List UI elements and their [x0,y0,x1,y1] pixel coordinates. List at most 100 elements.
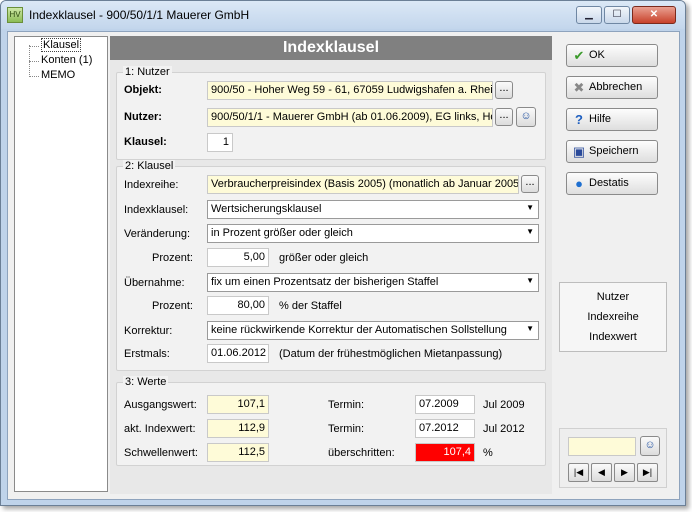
ausgangswert-field: 107,1 [207,395,269,414]
ueberschritten-field: 107,4 [415,443,475,462]
nutzer-browse-button[interactable]: ... [495,108,513,126]
termin2-field[interactable]: 07.2012 [415,419,475,438]
prozent1-field[interactable]: 5,00 [207,248,269,267]
uebernahme-select[interactable]: fix um einen Prozentsatz der bisherigen … [207,273,539,292]
objekt-label: Objekt: [124,84,162,96]
indexklausel-value: Wertsicherungsklausel [211,203,322,215]
previous-record-button[interactable]: ◀ [591,463,612,482]
tree-connector [29,76,39,77]
help-question-icon: ? [575,112,583,127]
info-panel: Nutzer Indexreihe Indexwert [559,282,667,352]
indexklausel-select[interactable]: Wertsicherungsklausel ▼ [207,200,539,219]
abbrechen-button[interactable]: ✖ Abbrechen [566,76,658,99]
speichern-button[interactable]: ▣ Speichern [566,140,658,163]
client-area: Klausel Konten (1) MEMO Indexklausel 1: … [7,31,680,500]
werte-section: 3: Werte Ausgangswert: 107,1 akt. Indexw… [116,376,546,466]
checkmark-icon: ✔ [573,48,585,63]
minimize-button[interactable]: ▁ [576,6,602,24]
schwellenwert-field: 112,5 [207,443,269,462]
info-indexwert: Indexwert [589,331,637,343]
ok-button[interactable]: ✔ OK [566,44,658,67]
info-indexreihe: Indexreihe [587,311,639,323]
veraenderung-select[interactable]: in Prozent größer oder gleich ▼ [207,224,539,243]
record-navigator: ☺ |◀ ◀ ▶ ▶| [559,428,667,488]
objekt-browse-button[interactable]: ... [495,81,513,99]
nutzer-label: Nutzer: [124,111,162,123]
schwellenwert-label: Schwellenwert: [124,447,198,459]
people-icon[interactable]: ☺ [516,107,536,127]
tree-item-klausel[interactable]: Klausel [41,38,82,52]
title-bar[interactable]: HV Indexklausel - 900/50/1/1 Mauerer Gmb… [1,1,685,29]
hilfe-label: Hilfe [589,113,612,125]
uebernahme-value: fix um einen Prozentsatz der bisherigen … [211,276,439,288]
people-icon[interactable]: ☺ [640,436,660,456]
ok-label: OK [589,49,605,61]
nutzer-section: 1: Nutzer Objekt: 900/50 - Hoher Weg 59 … [116,66,546,160]
hilfe-button[interactable]: ? Hilfe [566,108,658,131]
tree-item-memo[interactable]: MEMO [41,69,75,81]
section-title-klausel: 2: Klausel [123,160,176,172]
ueberschritten-label: überschritten: [328,447,395,459]
veraenderung-label: Veränderung: [124,228,191,240]
tree-connector [29,46,39,47]
section-title-werte: 3: Werte [123,376,169,388]
tree-item-konten[interactable]: Konten (1) [41,54,92,66]
veraenderung-value: in Prozent größer oder gleich [211,227,353,239]
indexklausel-label: Indexklausel: [124,204,189,216]
action-panel: ✔ OK ✖ Abbrechen ? Hilfe ▣ Speichern ● Destat… [558,36,675,494]
prozent2-suffix: % der Staffel [279,300,342,312]
destatis-label: Destatis [589,177,629,189]
tree-connector [29,61,39,62]
chevron-down-icon: ▼ [526,324,534,333]
korrektur-label: Korrektur: [124,325,173,337]
ueberschritten-unit: % [483,447,493,459]
next-record-button[interactable]: ▶ [614,463,635,482]
maximize-button[interactable]: ☐ [604,6,630,24]
speichern-label: Speichern [589,145,639,157]
app-icon: HV [7,7,23,23]
erstmals-field[interactable]: 01.06.2012 [207,344,269,363]
chevron-down-icon: ▼ [526,276,534,285]
prozent2-field[interactable]: 80,00 [207,296,269,315]
floppy-disk-icon: ▣ [572,144,586,159]
tree-item-label: Klausel [41,38,82,52]
objekt-field[interactable]: 900/50 - Hoher Weg 59 - 61, 67059 Ludwig… [207,81,493,100]
akt-indexwert-field: 112,9 [207,419,269,438]
nutzer-field[interactable]: 900/50/1/1 - Mauerer GmbH (ab 01.06.2009… [207,108,493,127]
klausel-field[interactable]: 1 [207,133,233,152]
erstmals-note: (Datum der frühestmöglichen Mietanpassun… [279,348,503,360]
info-nutzer: Nutzer [596,291,630,303]
navigation-tree: Klausel Konten (1) MEMO [14,36,108,492]
indexreihe-label: Indexreihe: [124,179,179,191]
record-search-field[interactable] [568,437,636,456]
destatis-button[interactable]: ● Destatis [566,172,658,195]
termin1-label: Termin: [328,399,365,411]
prozent1-suffix: größer oder gleich [279,252,369,264]
korrektur-select[interactable]: keine rückwirkende Korrektur der Automat… [207,321,539,340]
akt-indexwert-label: akt. Indexwert: [124,423,196,435]
korrektur-value: keine rückwirkende Korrektur der Automat… [211,324,507,336]
klausel-label: Klausel: [124,136,167,148]
chevron-down-icon: ▼ [526,227,534,236]
indexreihe-browse-button[interactable]: ... [521,175,539,193]
chevron-down-icon: ▼ [526,203,534,212]
cancel-x-icon: ✖ [573,80,585,95]
first-record-button[interactable]: |◀ [568,463,589,482]
indexreihe-field[interactable]: Verbraucherpreisindex (Basis 2005) (mona… [207,175,519,194]
last-record-button[interactable]: ▶| [637,463,658,482]
main-window: HV Indexklausel - 900/50/1/1 Mauerer Gmb… [0,0,686,506]
ausgangswert-label: Ausgangswert: [124,399,197,411]
globe-icon: ● [575,176,583,191]
erstmals-label: Erstmals: [124,348,170,360]
close-button[interactable]: ✕ [632,6,676,24]
klausel-section: 2: Klausel Indexreihe: Verbraucherpreisi… [116,160,546,371]
termin2-text: Jul 2012 [483,423,525,435]
main-panel: Indexklausel 1: Nutzer Objekt: 900/50 - … [110,36,552,494]
window-title: Indexklausel - 900/50/1/1 Mauerer GmbH [29,8,250,22]
prozent2-label: Prozent: [152,300,193,312]
abbrechen-label: Abbrechen [589,81,643,93]
termin1-text: Jul 2009 [483,399,525,411]
termin1-field[interactable]: 07.2009 [415,395,475,414]
uebernahme-label: Übernahme: [124,277,185,289]
page-title: Indexklausel [110,36,552,60]
